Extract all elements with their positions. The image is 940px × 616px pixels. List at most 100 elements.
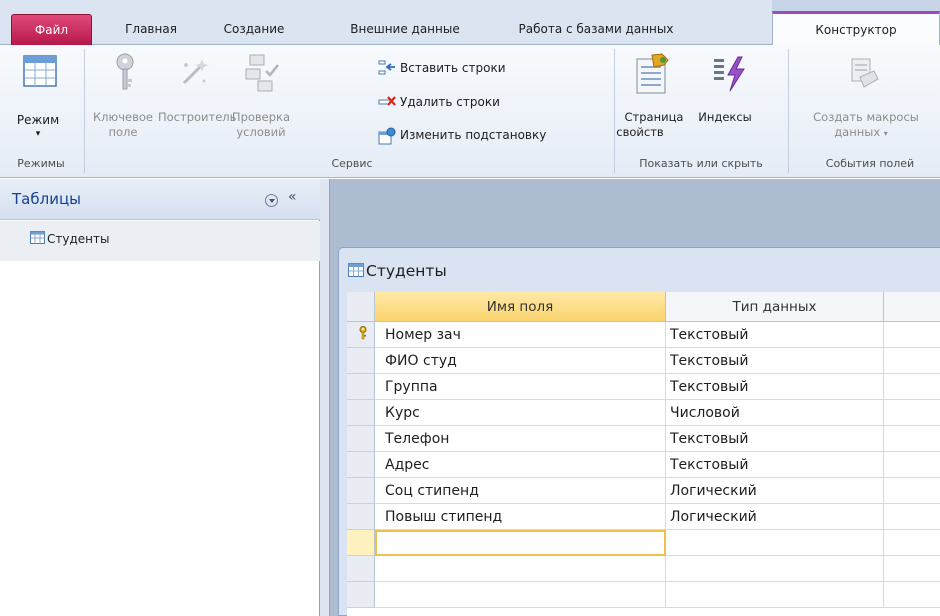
table-row[interactable]: [347, 530, 940, 556]
group-separator: [788, 49, 789, 173]
select-all-corner[interactable]: [347, 292, 375, 322]
nav-pane-header[interactable]: Таблицы «: [0, 179, 320, 220]
property-sheet-label-1: Страница: [624, 110, 684, 124]
row-selector[interactable]: [347, 530, 375, 556]
description-cell[interactable]: [884, 582, 940, 608]
row-selector[interactable]: [347, 348, 375, 374]
data-type-cell[interactable]: Текстовый: [666, 426, 884, 452]
field-name-cell[interactable]: [375, 582, 666, 608]
builder-label: Построитель: [158, 110, 237, 124]
test-validation-button[interactable]: Проверка условий: [228, 51, 294, 155]
nav-item-table[interactable]: Студенты: [0, 221, 320, 261]
ribbon: Режим ▾ Режимы Ключевое поле Построитель: [0, 45, 940, 178]
table-row[interactable]: [347, 556, 940, 582]
data-type-cell[interactable]: Текстовый: [666, 348, 884, 374]
modify-lookups-button[interactable]: Изменить подстановку: [378, 125, 608, 145]
group-separator: [84, 49, 85, 173]
row-selector[interactable]: [347, 322, 375, 348]
nav-menu-dropdown-icon[interactable]: [265, 194, 278, 207]
description-cell[interactable]: [884, 504, 940, 530]
row-selector[interactable]: [347, 504, 375, 530]
column-header-field-name[interactable]: Имя поля: [375, 292, 666, 322]
data-type-cell[interactable]: Логический: [666, 478, 884, 504]
data-type-cell[interactable]: Числовой: [666, 400, 884, 426]
field-name-cell[interactable]: Группа: [375, 374, 666, 400]
insert-rows-icon: [378, 60, 395, 75]
description-cell[interactable]: [884, 556, 940, 582]
table-row[interactable]: Номер зач Текстовый: [347, 322, 940, 348]
insert-rows-label: Вставить строки: [400, 61, 506, 75]
tab-home[interactable]: Главная: [112, 16, 190, 43]
property-sheet-label-2: свойств: [616, 125, 664, 139]
row-selector[interactable]: [347, 478, 375, 504]
row-selector[interactable]: [347, 400, 375, 426]
mode-button[interactable]: Режим ▾: [8, 51, 80, 155]
check-conditions-icon: [245, 54, 279, 92]
indexes-button[interactable]: Индексы: [690, 51, 768, 155]
tab-create[interactable]: Создание: [196, 16, 312, 43]
table-row[interactable]: Группа Текстовый: [347, 374, 940, 400]
nav-pane-title: Таблицы: [12, 190, 81, 208]
builder-button[interactable]: Построитель: [158, 51, 237, 155]
description-cell[interactable]: [884, 348, 940, 374]
table-row[interactable]: Повыш стипенд Логический: [347, 504, 940, 530]
field-name-cell[interactable]: Курс: [375, 400, 666, 426]
insert-rows-button[interactable]: Вставить строки: [378, 58, 558, 78]
description-cell[interactable]: [884, 478, 940, 504]
description-cell[interactable]: [884, 452, 940, 478]
data-type-cell[interactable]: [666, 556, 884, 582]
table-row[interactable]: ФИО студ Текстовый: [347, 348, 940, 374]
indexes-label: Индексы: [698, 110, 752, 124]
row-selector[interactable]: [347, 556, 375, 582]
field-name-cell[interactable]: [375, 530, 666, 556]
column-header-data-type[interactable]: Тип данных: [666, 292, 884, 322]
row-selector[interactable]: [347, 374, 375, 400]
data-type-cell[interactable]: [666, 530, 884, 556]
row-selector[interactable]: [347, 452, 375, 478]
data-type-cell[interactable]: Текстовый: [666, 322, 884, 348]
table-row[interactable]: Курс Числовой: [347, 400, 940, 426]
description-cell[interactable]: [884, 322, 940, 348]
document-title[interactable]: Студенты: [366, 262, 447, 280]
field-name-cell[interactable]: Номер зач: [375, 322, 666, 348]
table-row[interactable]: Телефон Текстовый: [347, 426, 940, 452]
description-cell[interactable]: [884, 426, 940, 452]
field-name-cell[interactable]: ФИО студ: [375, 348, 666, 374]
row-selector[interactable]: [347, 426, 375, 452]
data-type-cell[interactable]: Текстовый: [666, 452, 884, 478]
indexes-icon: [714, 56, 745, 92]
primary-key-button[interactable]: Ключевое поле: [90, 51, 156, 155]
tab-external-data[interactable]: Внешние данные: [334, 16, 476, 43]
description-cell[interactable]: [884, 400, 940, 426]
nav-item-label: Студенты: [47, 232, 110, 246]
tab-constructor[interactable]: Конструктор: [772, 11, 940, 46]
field-name-cell[interactable]: Адрес: [375, 452, 666, 478]
field-design-grid: Имя поля Тип данных Номер зач Текстовый ФИ…: [347, 292, 940, 616]
column-header-description[interactable]: [884, 292, 940, 322]
pane-splitter[interactable]: [320, 179, 330, 616]
data-type-cell[interactable]: [666, 582, 884, 608]
create-data-macros-label-2-text: данных: [834, 125, 881, 139]
field-name-cell[interactable]: [375, 556, 666, 582]
tab-file[interactable]: Файл: [11, 14, 92, 45]
description-cell[interactable]: [884, 530, 940, 556]
collapse-pane-icon[interactable]: «: [288, 189, 297, 205]
field-name-cell[interactable]: Повыш стипенд: [375, 504, 666, 530]
delete-rows-button[interactable]: Удалить строки: [378, 92, 558, 112]
group-label-field-events: События полей: [825, 157, 915, 170]
table-row[interactable]: Соц стипенд Логический: [347, 478, 940, 504]
field-name-cell[interactable]: Телефон: [375, 426, 666, 452]
group-label-modes: Режимы: [17, 157, 65, 170]
create-data-macros-button[interactable]: Создать макросы данных ▾: [792, 51, 940, 155]
description-cell[interactable]: [884, 374, 940, 400]
table-row[interactable]: Адрес Текстовый: [347, 452, 940, 478]
field-name-cell[interactable]: Соц стипенд: [375, 478, 666, 504]
tab-database-tools[interactable]: Работа с базами данных: [500, 16, 692, 43]
data-type-cell[interactable]: Текстовый: [666, 374, 884, 400]
data-type-cell[interactable]: Логический: [666, 504, 884, 530]
property-sheet-button[interactable]: Страница свойств: [616, 51, 690, 155]
row-selector[interactable]: [347, 582, 375, 608]
key-icon: [359, 326, 367, 340]
group-label-show-hide: Показать или скрыть: [639, 157, 763, 170]
table-row[interactable]: [347, 582, 940, 608]
